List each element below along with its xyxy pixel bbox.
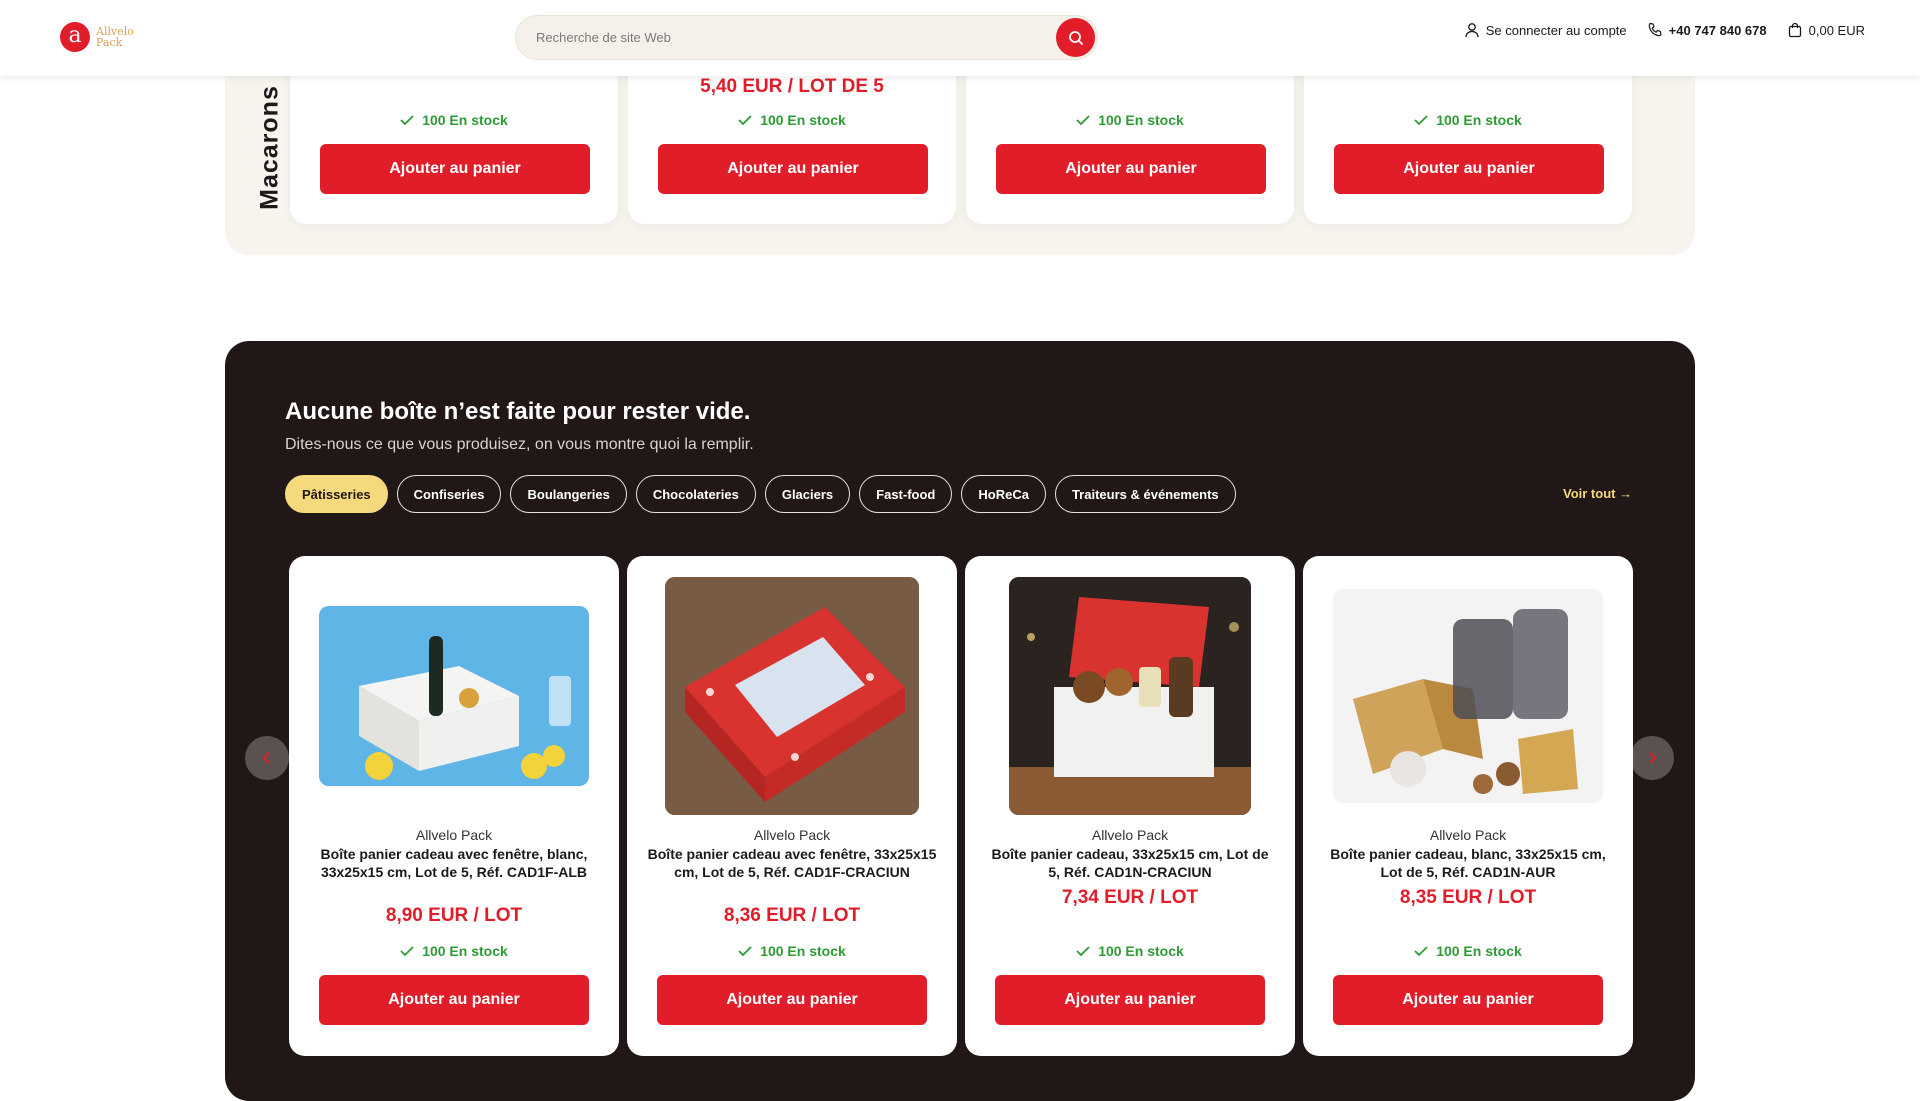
product-image[interactable] bbox=[1333, 589, 1603, 803]
product-brand: Allvelo Pack bbox=[1091, 827, 1169, 843]
product-image[interactable] bbox=[665, 577, 919, 815]
tab-confiseries[interactable]: Confiseries bbox=[396, 475, 502, 513]
product-price: 5,40 EUR / LOT DE 5 bbox=[700, 76, 884, 97]
section-vertical-title: Macarons bbox=[255, 85, 284, 210]
stock-status: 100 En stock bbox=[628, 112, 956, 128]
stock-status: 100 En stock bbox=[289, 943, 619, 959]
product-price: 7,34 EUR / LOT bbox=[1061, 887, 1199, 908]
add-to-cart-button[interactable]: Ajouter au panier bbox=[319, 975, 589, 1025]
stock-status: 100 En stock bbox=[290, 112, 618, 128]
add-to-cart-button[interactable]: Ajouter au panier bbox=[658, 144, 928, 194]
checkmark-icon bbox=[1414, 946, 1428, 957]
add-to-cart-button[interactable]: Ajouter au panier bbox=[996, 144, 1266, 194]
tab-boulangeries[interactable]: Boulangeries bbox=[510, 475, 627, 513]
carousel-prev-button[interactable] bbox=[245, 736, 289, 780]
logo-text: Allvelo Pack bbox=[96, 25, 134, 49]
product-name[interactable]: Boîte panier cadeau, blanc, 33x25x15 cm,… bbox=[1323, 845, 1613, 881]
stock-status: 100 En stock bbox=[966, 112, 1294, 128]
cart-link[interactable]: 0,00 EUR bbox=[1787, 22, 1865, 38]
search-icon bbox=[1068, 30, 1083, 45]
product-brand: Allvelo Pack bbox=[1429, 827, 1507, 843]
checkmark-icon bbox=[400, 946, 414, 957]
login-label: Se connecter au compte bbox=[1485, 22, 1627, 38]
chevron-right-icon bbox=[1649, 752, 1657, 764]
shopping-bag-icon bbox=[1788, 22, 1801, 38]
product-card[interactable]: Allvelo Pack Boîte panier cadeau, blanc,… bbox=[1303, 556, 1633, 1056]
product-price: 8,36 EUR / LOT bbox=[723, 905, 861, 926]
checkmark-icon bbox=[1414, 115, 1428, 126]
login-link[interactable]: Se connecter au compte bbox=[1464, 22, 1627, 38]
gift-box-gold-illustration bbox=[1333, 589, 1603, 803]
checkmark-icon bbox=[738, 115, 752, 126]
stock-status: 100 En stock bbox=[965, 943, 1295, 959]
search-bar bbox=[515, 15, 1098, 60]
add-to-cart-button[interactable]: Ajouter au panier bbox=[995, 975, 1265, 1025]
logo-mark-icon: a bbox=[60, 22, 90, 52]
product-card[interactable]: Allvelo Pack Boîte panier cadeau, 33x25x… bbox=[965, 556, 1295, 1056]
product-name[interactable]: Boîte panier cadeau, 33x25x15 cm, Lot de… bbox=[985, 845, 1275, 881]
tab-horeca[interactable]: HoReCa bbox=[961, 475, 1046, 513]
phone-link[interactable]: +40 747 840 678 bbox=[1647, 22, 1767, 38]
cart-total: 0,00 EUR bbox=[1808, 22, 1865, 38]
search-button[interactable] bbox=[1056, 18, 1095, 57]
tab-chocolateries[interactable]: Chocolateries bbox=[635, 475, 756, 513]
phone-number: +40 747 840 678 bbox=[1668, 22, 1767, 38]
product-brand: Allvelo Pack bbox=[753, 827, 831, 843]
product-price: 8,35 EUR / LOT bbox=[1399, 887, 1537, 908]
category-tabs: Pâtisseries Confiseries Boulangeries Cho… bbox=[285, 475, 1236, 513]
product-brand: Allvelo Pack bbox=[415, 827, 493, 843]
phone-icon bbox=[1648, 22, 1662, 37]
search-input[interactable] bbox=[536, 16, 1036, 59]
checkmark-icon bbox=[400, 115, 414, 126]
carousel-next-button[interactable] bbox=[1630, 736, 1674, 780]
product-name[interactable]: Boîte panier cadeau avec fenêtre, 33x25x… bbox=[647, 845, 937, 881]
add-to-cart-button[interactable]: Ajouter au panier bbox=[657, 975, 927, 1025]
checkmark-icon bbox=[1076, 115, 1090, 126]
product-card[interactable]: Allvelo Pack Boîte panier cadeau avec fe… bbox=[627, 556, 957, 1056]
gift-box-christmas-window-illustration bbox=[665, 577, 919, 815]
stock-status: 100 En stock bbox=[627, 943, 957, 959]
checkmark-icon bbox=[738, 946, 752, 957]
add-to-cart-button[interactable]: Ajouter au panier bbox=[320, 144, 590, 194]
add-to-cart-button[interactable]: Ajouter au panier bbox=[1334, 144, 1604, 194]
product-image[interactable] bbox=[319, 606, 589, 786]
checkmark-icon bbox=[1076, 946, 1090, 957]
product-image[interactable] bbox=[1009, 577, 1251, 815]
product-name[interactable]: Boîte panier cadeau avec fenêtre, blanc,… bbox=[309, 845, 599, 881]
add-to-cart-button[interactable]: Ajouter au panier bbox=[1333, 975, 1603, 1025]
product-card[interactable]: Allvelo Pack Boîte panier cadeau avec fe… bbox=[289, 556, 619, 1056]
tab-traiteurs[interactable]: Traiteurs & événements bbox=[1054, 475, 1236, 513]
section-subtitle: Dites-nous ce que vous produisez, on vou… bbox=[285, 436, 754, 453]
gift-box-white-illustration bbox=[319, 606, 589, 786]
user-icon bbox=[1465, 23, 1479, 38]
stock-status: 100 En stock bbox=[1304, 112, 1632, 128]
tab-fast-food[interactable]: Fast-food bbox=[859, 475, 953, 513]
stock-status: 100 En stock bbox=[1303, 943, 1633, 959]
site-header: a Allvelo Pack Se connecter au compte +4… bbox=[0, 0, 1920, 76]
gift-box-treats-illustration bbox=[1009, 577, 1251, 815]
tab-glaciers[interactable]: Glaciers bbox=[764, 475, 851, 513]
tab-patisseries[interactable]: Pâtisseries bbox=[285, 475, 388, 513]
see-all-link[interactable]: Voir tout → bbox=[1563, 486, 1632, 501]
section-title: Aucune boîte n’est faite pour rester vid… bbox=[285, 398, 751, 425]
chevron-left-icon bbox=[262, 752, 270, 764]
header-actions: Se connecter au compte +40 747 840 678 0… bbox=[1464, 22, 1865, 38]
product-price: 8,90 EUR / LOT bbox=[385, 905, 523, 926]
logo[interactable]: a Allvelo Pack bbox=[60, 22, 146, 52]
